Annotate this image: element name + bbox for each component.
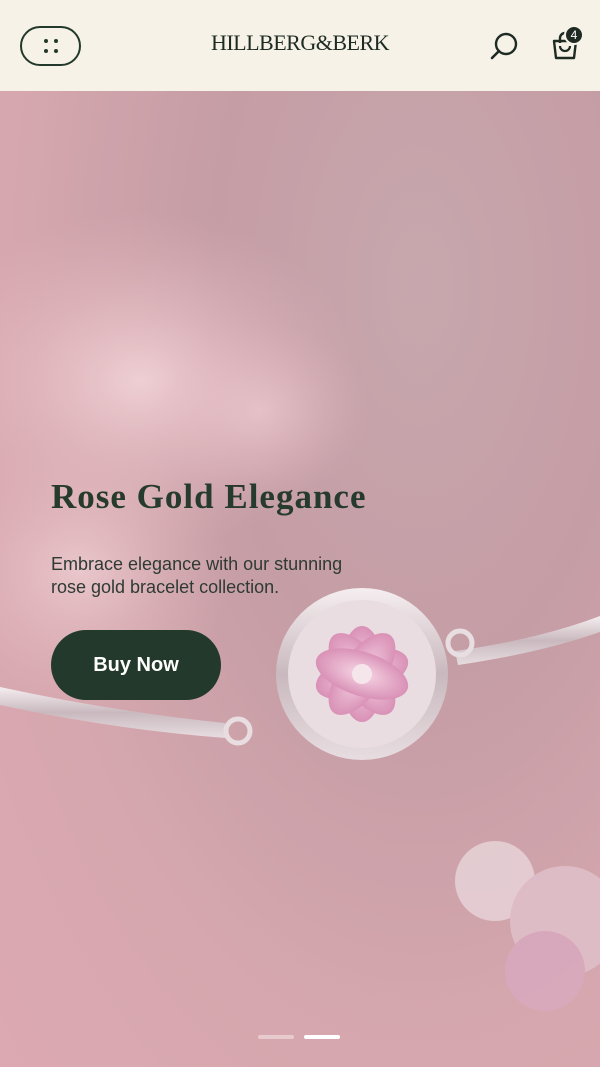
menu-dots-icon [43, 38, 58, 53]
petal-blur [150, 321, 370, 501]
carousel-indicators [258, 1035, 340, 1039]
buy-now-button[interactable]: Buy Now [51, 630, 221, 700]
carousel-dot-2[interactable] [304, 1035, 340, 1039]
bracelet-chain-right [455, 616, 600, 665]
menu-button[interactable] [20, 25, 81, 66]
earring-blur [455, 841, 600, 1011]
bracelet-link [223, 716, 253, 746]
carousel-dot-1[interactable] [258, 1035, 294, 1039]
search-button[interactable] [484, 25, 526, 67]
cart-count-badge: 4 [564, 24, 584, 45]
header-actions: 4 [484, 24, 586, 67]
hero-title: Rose Gold Elegance [51, 477, 367, 516]
search-icon [490, 32, 518, 59]
site-header: HILLBERG&BERK 4 [0, 0, 600, 91]
hero-banner: Rose Gold Elegance Embrace elegance with… [0, 91, 600, 1067]
cart-button[interactable]: 4 [544, 24, 586, 67]
hero-description: Embrace elegance with our stunning rose … [51, 554, 343, 597]
